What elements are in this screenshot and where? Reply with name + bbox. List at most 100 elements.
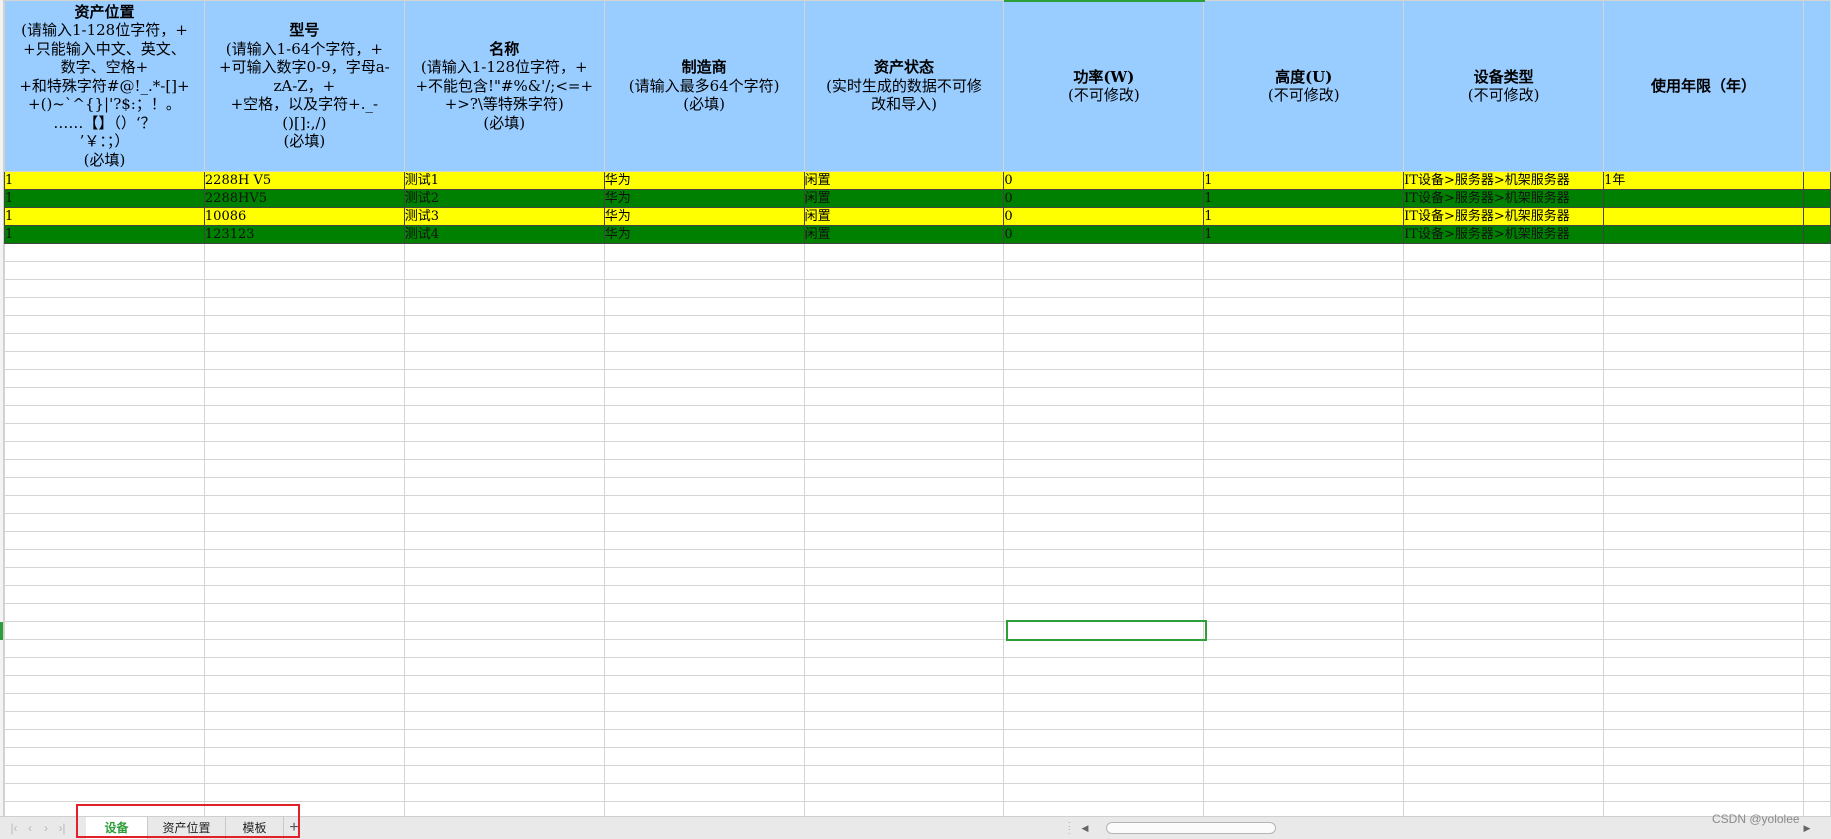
cell-name[interactable]: 测试1 <box>403 171 605 190</box>
next-sheet-icon[interactable]: › <box>40 821 52 835</box>
cell-name[interactable]: 测试4 <box>403 225 605 244</box>
empty-cell[interactable] <box>803 783 1005 802</box>
empty-cell[interactable] <box>1802 261 1831 280</box>
empty-cell[interactable] <box>203 711 405 730</box>
empty-cell[interactable] <box>203 765 405 784</box>
empty-cell[interactable] <box>803 531 1005 550</box>
empty-cell[interactable] <box>1802 387 1831 406</box>
cell-location[interactable]: 1 <box>4 189 205 208</box>
empty-cell[interactable] <box>203 387 405 406</box>
empty-cell[interactable] <box>403 675 605 694</box>
empty-cell[interactable] <box>1403 657 1605 676</box>
empty-cell[interactable] <box>4 243 205 262</box>
empty-cell[interactable] <box>803 585 1005 604</box>
empty-cell[interactable] <box>203 261 405 280</box>
empty-cell[interactable] <box>1802 315 1831 334</box>
empty-cell[interactable] <box>1403 495 1605 514</box>
cell-status[interactable]: 闲置 <box>803 225 1005 244</box>
empty-cell[interactable] <box>1603 693 1804 712</box>
empty-cell[interactable] <box>4 765 205 784</box>
empty-cell[interactable] <box>1203 765 1405 784</box>
empty-cell[interactable] <box>1802 549 1831 568</box>
empty-cell[interactable] <box>403 351 605 370</box>
empty-cell[interactable] <box>1403 279 1605 298</box>
empty-cell[interactable] <box>203 531 405 550</box>
empty-cell[interactable] <box>403 711 605 730</box>
empty-cell[interactable] <box>1203 405 1405 424</box>
empty-cell[interactable] <box>1802 621 1831 640</box>
empty-cell[interactable] <box>1003 459 1205 478</box>
empty-cell[interactable] <box>1403 693 1605 712</box>
empty-cell[interactable] <box>4 783 205 802</box>
empty-cell[interactable] <box>4 531 205 550</box>
empty-cell[interactable] <box>403 423 605 442</box>
empty-cell[interactable] <box>1802 747 1831 766</box>
empty-cell[interactable] <box>1603 243 1804 262</box>
empty-cell[interactable] <box>203 675 405 694</box>
empty-cell[interactable] <box>203 243 405 262</box>
empty-cell[interactable] <box>1603 441 1804 460</box>
cell-service-life[interactable]: 1年 <box>1603 171 1804 190</box>
empty-cell[interactable] <box>1203 693 1405 712</box>
empty-cell[interactable] <box>203 639 405 658</box>
empty-cell[interactable] <box>803 495 1005 514</box>
splitter-handle[interactable]: :: <box>1068 820 1074 836</box>
empty-cell[interactable] <box>803 549 1005 568</box>
empty-cell[interactable] <box>4 621 205 640</box>
empty-cell[interactable] <box>603 729 805 748</box>
empty-cell[interactable] <box>403 441 605 460</box>
empty-cell[interactable] <box>1603 261 1804 280</box>
empty-cell[interactable] <box>1203 297 1405 316</box>
cell-device-type[interactable]: IT设备>服务器>机架服务器 <box>1403 207 1605 226</box>
empty-cell[interactable] <box>1403 549 1605 568</box>
empty-cell[interactable] <box>1003 387 1205 406</box>
cell-extra[interactable] <box>1802 189 1831 208</box>
header-cell-device-type[interactable]: 设备类型 (不可修改) <box>1403 0 1605 172</box>
empty-cell[interactable] <box>1003 711 1205 730</box>
empty-cell[interactable] <box>4 495 205 514</box>
empty-cell[interactable] <box>803 423 1005 442</box>
empty-cell[interactable] <box>403 513 605 532</box>
cell-status[interactable]: 闲置 <box>803 207 1005 226</box>
empty-cell[interactable] <box>1203 351 1405 370</box>
empty-cell[interactable] <box>1403 747 1605 766</box>
empty-cell[interactable] <box>603 297 805 316</box>
empty-cell[interactable] <box>1603 639 1804 658</box>
empty-cell[interactable] <box>1003 477 1205 496</box>
empty-cell[interactable] <box>203 747 405 766</box>
empty-cell[interactable] <box>1003 279 1205 298</box>
cell-location[interactable]: 1 <box>4 225 205 244</box>
empty-cell[interactable] <box>1603 387 1804 406</box>
empty-cell[interactable] <box>403 693 605 712</box>
empty-cell[interactable] <box>803 639 1005 658</box>
cell-status[interactable]: 闲置 <box>803 189 1005 208</box>
cell-name[interactable]: 测试3 <box>403 207 605 226</box>
empty-cell[interactable] <box>1403 639 1605 658</box>
empty-cell[interactable] <box>803 765 1005 784</box>
empty-cell[interactable] <box>803 279 1005 298</box>
scrollbar-thumb[interactable] <box>1106 822 1276 834</box>
empty-cell[interactable] <box>1603 585 1804 604</box>
empty-cell[interactable] <box>1403 243 1605 262</box>
empty-cell[interactable] <box>1403 585 1605 604</box>
empty-cell[interactable] <box>203 783 405 802</box>
cell-model[interactable]: 2288H V5 <box>203 171 405 190</box>
empty-cell[interactable] <box>1802 513 1831 532</box>
empty-cell[interactable] <box>1403 387 1605 406</box>
empty-cell[interactable] <box>403 495 605 514</box>
empty-cell[interactable] <box>403 747 605 766</box>
empty-cell[interactable] <box>1802 459 1831 478</box>
header-cell-location[interactable]: 资产位置 (请输入1-128位字符，+ +只能输入中文、英文、 数字、空格+ +和… <box>4 0 205 172</box>
cell-service-life[interactable] <box>1603 189 1804 208</box>
empty-cell[interactable] <box>1203 711 1405 730</box>
scrollbar-track[interactable] <box>1094 820 1800 836</box>
empty-cell[interactable] <box>1203 783 1405 802</box>
empty-cell[interactable] <box>1802 639 1831 658</box>
empty-cell[interactable] <box>1003 441 1205 460</box>
cell-manufacturer[interactable]: 华为 <box>603 171 805 190</box>
empty-cell[interactable] <box>1003 531 1205 550</box>
empty-cell[interactable] <box>1403 477 1605 496</box>
empty-cell[interactable] <box>1203 549 1405 568</box>
empty-cell[interactable] <box>403 783 605 802</box>
empty-cell[interactable] <box>603 279 805 298</box>
